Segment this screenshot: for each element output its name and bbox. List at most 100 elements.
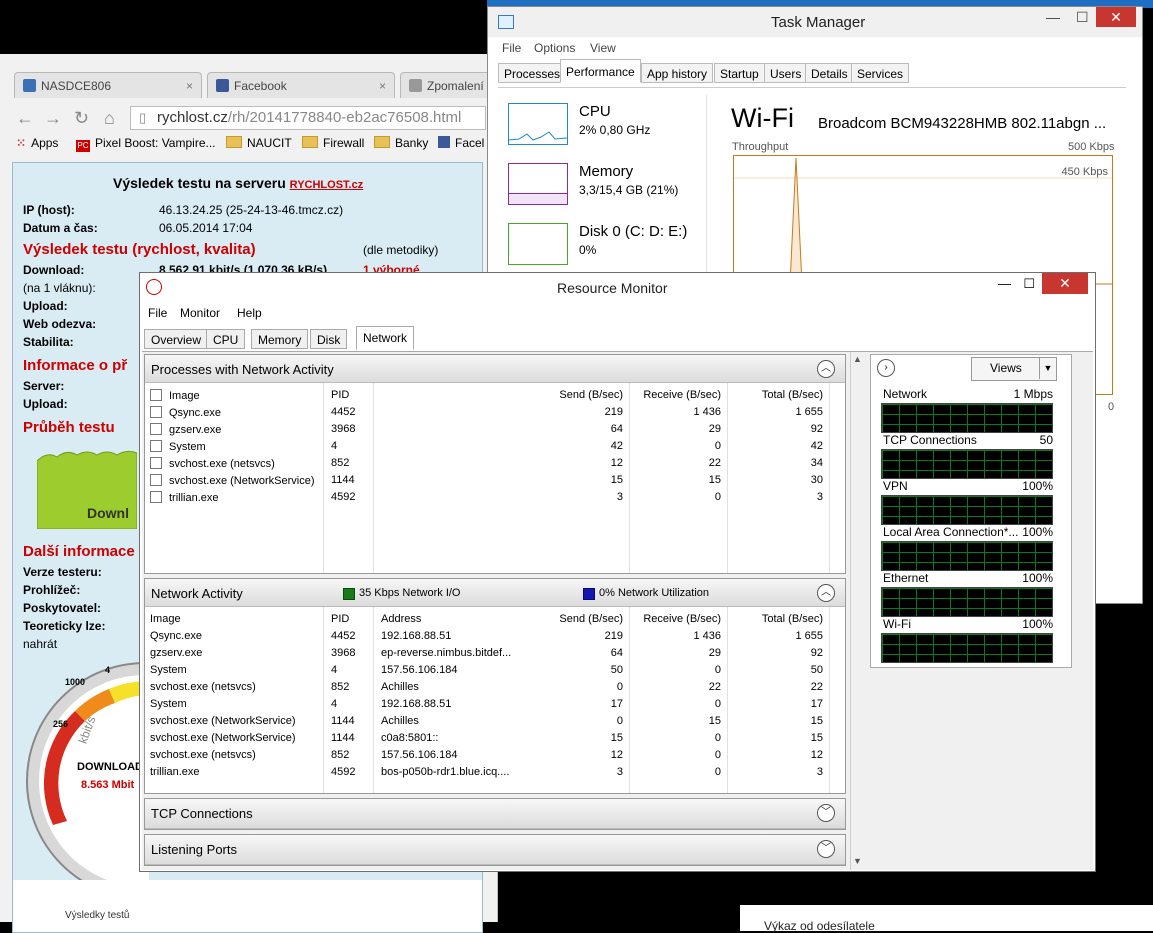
checkbox[interactable] <box>150 440 162 452</box>
tab-app-history[interactable]: App history <box>641 63 714 83</box>
maximize-button[interactable]: ☐ <box>1023 276 1035 292</box>
table-cell: Achilles <box>381 681 419 693</box>
pid-header[interactable]: PID <box>331 389 349 401</box>
chevron-right-icon[interactable]: › <box>877 359 895 377</box>
close-button[interactable]: ✕ <box>1096 7 1136 27</box>
scrollbar[interactable]: ▲ ▼ <box>850 352 865 870</box>
back-icon[interactable]: ← <box>16 108 34 129</box>
total-header[interactable]: Total (B/sec) <box>729 389 823 401</box>
address-header[interactable]: Address <box>381 613 421 625</box>
reload-icon[interactable]: ↻ <box>74 108 89 129</box>
scroll-up-icon[interactable]: ▲ <box>853 354 862 364</box>
menu-file[interactable]: File <box>148 306 167 320</box>
cpu-mini-graph[interactable] <box>508 103 568 145</box>
checkbox[interactable] <box>150 389 162 401</box>
table-row[interactable]: svchost.exe (NetworkService) 1144 15 15 30 <box>145 472 845 489</box>
chevron-up-icon[interactable]: ︿ <box>817 360 835 378</box>
send-header[interactable]: Send (B/sec) <box>535 389 623 401</box>
bookmark-banky[interactable]: Banky <box>374 136 428 150</box>
tcp-connections-header[interactable]: TCP Connections ﹀ <box>145 799 845 829</box>
table-row[interactable]: Qsync.exe 4452 219 1 436 1 655 <box>145 404 845 421</box>
bookmark-naucit[interactable]: NAUCIT <box>226 136 292 150</box>
table-cell: svchost.exe (NetworkService) <box>150 732 296 744</box>
table-row[interactable]: svchost.exe (NetworkService) 1144 c0a8:580… <box>145 730 845 747</box>
minimize-button[interactable]: — <box>998 276 1011 291</box>
bookmark-apps[interactable]: ⁙ Apps <box>16 136 58 150</box>
image-header[interactable]: Image <box>150 389 200 402</box>
tab-memory[interactable]: Memory <box>251 329 309 349</box>
image-header[interactable]: Image <box>150 613 181 625</box>
browser-tab-facebook[interactable]: Facebook × <box>207 72 395 98</box>
close-icon[interactable]: × <box>379 73 386 98</box>
menu-options[interactable]: Options <box>534 41 575 55</box>
tab-overview[interactable]: Overview <box>144 329 209 349</box>
forward-icon[interactable]: → <box>44 108 62 129</box>
table-row[interactable]: Qsync.exe 4452 192.168.88.51 219 1 436 1 655 <box>145 628 845 645</box>
table-row[interactable]: svchost.exe (netsvcs) 852 157.56.106.184 12… <box>145 747 845 764</box>
tab-network[interactable]: Network <box>356 326 415 350</box>
tab-startup[interactable]: Startup <box>714 63 765 83</box>
views-button[interactable]: Views ▼ <box>971 357 1057 381</box>
close-button[interactable]: ✕ <box>1042 273 1088 294</box>
dropdown-arrow-icon[interactable]: ▼ <box>1039 358 1056 379</box>
tab-disk[interactable]: Disk <box>310 329 348 349</box>
maximize-button[interactable]: ☐ <box>1076 9 1089 26</box>
bookmark-pixelboost[interactable]: PC Pixel Boost: Vampire... <box>76 136 216 152</box>
checkbox[interactable] <box>150 406 162 418</box>
browser-tab-nasdce[interactable]: NASDCE806 × <box>14 72 202 98</box>
tab-cpu[interactable]: CPU <box>206 329 246 349</box>
tab-details[interactable]: Details <box>805 63 854 83</box>
menu-help[interactable]: Help <box>237 306 262 320</box>
pid-header[interactable]: PID <box>331 613 349 625</box>
io-legend-swatch <box>343 588 355 600</box>
table-row[interactable]: svchost.exe (netsvcs) 852 12 22 34 <box>145 455 845 472</box>
table-row[interactable]: System 4 42 0 42 <box>145 438 845 455</box>
listening-ports-header[interactable]: Listening Ports ﹀ <box>145 835 845 865</box>
total-header[interactable]: Total (B/sec) <box>729 613 823 625</box>
table-row[interactable]: System 4 192.168.88.51 17 0 17 <box>145 696 845 713</box>
network-activity-header[interactable]: Network Activity 35 Kbps Network I/O 0% … <box>145 579 845 607</box>
send-header[interactable]: Send (B/sec) <box>535 613 623 625</box>
receive-header[interactable]: Receive (B/sec) <box>631 613 721 625</box>
table-row[interactable]: svchost.exe (netsvcs) 852 Achilles 0 22 22 <box>145 679 845 696</box>
menu-view[interactable]: View <box>590 41 616 55</box>
checkbox[interactable] <box>150 423 162 435</box>
table-cell: gzserv.exe <box>150 647 203 659</box>
chevron-down-icon[interactable]: ﹀ <box>817 840 835 858</box>
bookmark-firewall[interactable]: Firewall <box>302 136 364 150</box>
menu-file[interactable]: File <box>502 41 521 55</box>
browser-tab-zpomaleni[interactable]: Zpomalení <box>400 72 500 98</box>
processes-header[interactable]: Processes with Network Activity ︿ <box>145 355 845 383</box>
minimize-button[interactable]: — <box>1046 9 1060 25</box>
address-bar[interactable]: ▯ rychlost.cz/rh/20141778840-eb2ac76508.… <box>130 106 486 130</box>
close-icon[interactable]: × <box>186 73 193 98</box>
table-row[interactable]: System 4 157.56.106.184 50 0 50 <box>145 662 845 679</box>
rychlost-link[interactable]: RYCHLOST.cz <box>290 179 364 191</box>
disk-mini-graph[interactable] <box>508 223 568 265</box>
table-row[interactable]: trillian.exe 4592 bos-p050b-rdr1.blue.icq.… <box>145 764 845 781</box>
checkbox[interactable] <box>150 491 162 503</box>
table-row[interactable]: gzserv.exe 3968 ep-reverse.nimbus.bitdef..… <box>145 645 845 662</box>
table-row[interactable]: svchost.exe (NetworkService) 1144 Achilles… <box>145 713 845 730</box>
tab-users[interactable]: Users <box>764 63 808 83</box>
tab-services[interactable]: Services <box>851 63 910 83</box>
table-cell: 12 <box>610 749 623 761</box>
receive-header[interactable]: Receive (B/sec) <box>631 389 721 401</box>
memory-mini-graph[interactable] <box>508 163 568 205</box>
table-cell: c0a8:5801:: <box>381 732 439 744</box>
checkbox[interactable] <box>150 457 162 469</box>
tab-performance[interactable]: Performance <box>560 59 641 83</box>
menu-monitor[interactable]: Monitor <box>180 306 220 320</box>
table-cell: 3 <box>616 491 623 503</box>
chevron-down-icon[interactable]: ﹀ <box>817 804 835 822</box>
graph-name: Local Area Connection*... <box>883 525 1019 539</box>
tab-processes[interactable]: Processes <box>498 63 567 83</box>
table-row[interactable]: trillian.exe 4592 3 0 3 <box>145 489 845 506</box>
chevron-up-icon[interactable]: ︿ <box>817 584 835 602</box>
table-row[interactable]: gzserv.exe 3968 64 29 92 <box>145 421 845 438</box>
checkbox[interactable] <box>150 474 162 486</box>
bookmark-facebook[interactable]: Facel <box>438 136 484 150</box>
graph-value: 100% <box>1022 617 1053 631</box>
scroll-down-icon[interactable]: ▼ <box>853 856 862 866</box>
home-icon[interactable]: ⌂ <box>104 108 115 129</box>
